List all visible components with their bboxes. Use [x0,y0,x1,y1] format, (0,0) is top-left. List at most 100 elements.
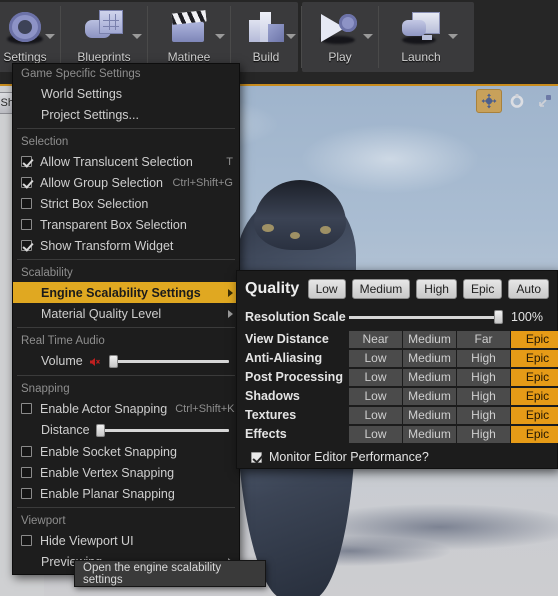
option-medium[interactable]: Medium [403,368,456,386]
quality-row-shadows[interactable]: Shadows Low Medium High Epic [245,387,558,405]
menu-item-enable-planar-snapping[interactable]: Enable Planar Snapping [13,483,239,504]
option-epic[interactable]: Epic [511,349,558,367]
option-medium[interactable]: Medium [403,349,456,367]
quality-options[interactable]: Low Medium High Epic [349,387,558,405]
menu-item-enable-actor-snapping[interactable]: Enable Actor Snapping Ctrl+Shift+K [13,398,239,419]
distance-slider-track[interactable] [95,423,229,437]
chevron-down-icon[interactable] [363,34,373,39]
resolution-scale-row[interactable]: Resolution Scale 100% [245,307,549,327]
preset-button-low[interactable]: Low [307,279,346,299]
chevron-right-icon [228,288,233,297]
option-epic[interactable]: Epic [511,406,558,424]
menu-item-strict-box-selection[interactable]: Strict Box Selection [13,193,239,214]
menu-item-project-settings[interactable]: Project Settings... [13,104,239,125]
menu-item-transparent-box-selection[interactable]: Transparent Box Selection [13,214,239,235]
menu-item-volume[interactable]: Volume [13,350,239,372]
checkbox-icon[interactable] [21,177,32,188]
quality-row-view-distance[interactable]: View Distance Near Medium Far Epic [245,330,558,348]
option-medium[interactable]: Medium [403,406,456,424]
option-medium[interactable]: Medium [403,425,456,443]
checkbox-icon[interactable] [21,535,32,546]
checkbox-icon[interactable] [21,488,32,499]
quality-row-anti-aliasing[interactable]: Anti-Aliasing Low Medium High Epic [245,349,558,367]
resolution-scale-thumb[interactable] [494,310,503,324]
menu-item-world-settings[interactable]: World Settings [13,83,239,104]
checkbox-icon[interactable] [21,240,32,251]
option-epic[interactable]: Epic [511,387,558,405]
option-epic[interactable]: Epic [511,368,558,386]
toolbar-button-launch[interactable]: Launch [382,2,460,72]
checkbox-icon[interactable] [21,403,32,414]
toolbar-button-play[interactable]: Play [305,2,375,72]
toolbar-button-blueprints[interactable]: Blueprints [64,2,144,72]
menu-item-material-quality-level[interactable]: Material Quality Level [13,303,239,324]
resolution-scale-slider[interactable] [349,310,503,324]
option-near[interactable]: Near [349,330,402,348]
option-far[interactable]: Far [457,330,510,348]
quality-options[interactable]: Near Medium Far Epic [349,330,558,348]
option-epic[interactable]: Epic [511,425,558,443]
toolbar-button-matinee[interactable]: Matinee [151,2,227,72]
menu-item-snap-distance[interactable]: Distance [13,419,239,441]
menu-item-hide-viewport-ui[interactable]: Hide Viewport UI [13,530,239,551]
quality-row-effects[interactable]: Effects Low Medium High Epic [245,425,558,443]
chevron-down-icon[interactable] [132,34,142,39]
quality-options[interactable]: Low Medium High Epic [349,406,558,424]
menu-item-allow-translucent-selection[interactable]: Allow Translucent Selection T [13,151,239,172]
menu-section-header: Scalability [13,263,239,282]
volume-slider-track[interactable] [108,354,229,368]
volume-slider-thumb[interactable] [108,354,118,368]
option-low[interactable]: Low [349,349,402,367]
menu-item-enable-socket-snapping[interactable]: Enable Socket Snapping [13,441,239,462]
quality-options[interactable]: Low Medium High Epic [349,425,558,443]
checkbox-icon[interactable] [251,451,262,463]
option-high[interactable]: High [457,368,510,386]
distance-slider-thumb[interactable] [95,423,105,437]
quality-options[interactable]: Low Medium High Epic [349,349,558,367]
preset-button-epic[interactable]: Epic [462,279,503,299]
rotate-gizmo-icon[interactable] [504,89,530,113]
play-icon [319,8,361,48]
menu-item-enable-vertex-snapping[interactable]: Enable Vertex Snapping [13,462,239,483]
option-low[interactable]: Low [349,387,402,405]
translate-gizmo-icon[interactable] [476,89,502,113]
option-low[interactable]: Low [349,425,402,443]
checkbox-icon[interactable] [21,467,32,478]
quality-options[interactable]: Low Medium High Epic [349,368,558,386]
option-low[interactable]: Low [349,406,402,424]
chevron-down-icon[interactable] [286,34,296,39]
preset-button-medium[interactable]: Medium [351,279,411,299]
menu-item-show-transform-widget[interactable]: Show Transform Widget [13,235,239,256]
quality-preset-buttons[interactable]: Low Medium High Epic Auto [307,279,549,299]
option-medium[interactable]: Medium [403,330,456,348]
checkbox-icon[interactable] [21,446,32,457]
option-high[interactable]: High [457,425,510,443]
option-high[interactable]: High [457,406,510,424]
quality-row-post-processing[interactable]: Post Processing Low Medium High Epic [245,368,558,386]
option-high[interactable]: High [457,387,510,405]
chevron-down-icon[interactable] [448,34,458,39]
speaker-muted-icon[interactable] [89,355,101,367]
settings-dropdown-menu[interactable]: Game Specific Settings World Settings Pr… [12,63,240,575]
quality-row-textures[interactable]: Textures Low Medium High Epic [245,406,558,424]
engine-scalability-panel[interactable]: Quality Low Medium High Epic Auto Resolu… [236,270,558,469]
option-medium[interactable]: Medium [403,387,456,405]
checkbox-icon[interactable] [21,219,32,230]
toolbar-button-build[interactable]: Build [234,2,298,72]
checkbox-icon[interactable] [21,156,32,167]
viewport-transform-toolbar[interactable] [476,88,558,114]
menu-item-allow-group-selection[interactable]: Allow Group Selection Ctrl+Shift+G [13,172,239,193]
quality-row-label: Anti-Aliasing [245,351,323,365]
toolbar-button-settings[interactable]: Settings [0,2,57,72]
scale-gizmo-icon[interactable] [532,89,558,113]
option-low[interactable]: Low [349,368,402,386]
monitor-performance-row[interactable]: Monitor Editor Performance? [245,450,549,464]
chevron-down-icon[interactable] [215,34,225,39]
preset-button-auto[interactable]: Auto [508,279,549,299]
checkbox-icon[interactable] [21,198,32,209]
chevron-down-icon[interactable] [45,34,55,39]
menu-item-engine-scalability-settings[interactable]: Engine Scalability Settings [13,282,239,303]
preset-button-high[interactable]: High [416,279,457,299]
option-high[interactable]: High [457,349,510,367]
option-epic[interactable]: Epic [511,330,558,348]
